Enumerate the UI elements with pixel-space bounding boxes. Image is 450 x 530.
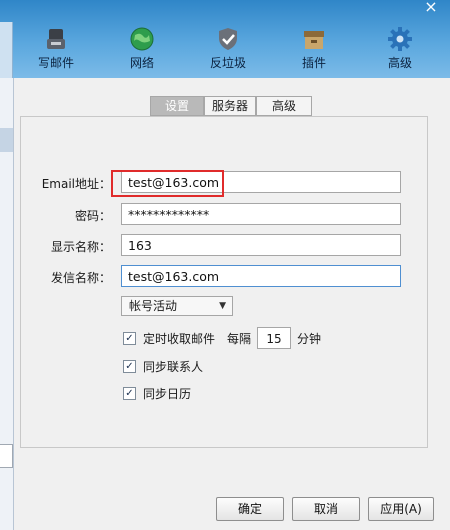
timer-fetch-label: 定时收取邮件 (143, 332, 216, 346)
account-status-select[interactable]: 帐号活动 ▼ (121, 296, 233, 316)
box-icon (304, 31, 324, 49)
toolbar-network[interactable]: 网络 (110, 26, 174, 74)
settings-panel: 设置 服务器 高级 Email地址： test@163.com 密码： ****… (14, 78, 450, 530)
sync-contacts-label: 同步联系人 (143, 360, 204, 374)
email-highlight-box (111, 170, 224, 197)
chevron-down-icon: ▼ (219, 301, 226, 311)
sender-name-label: 发信名称： (50, 271, 111, 285)
timer-fetch-checkbox[interactable]: ✓ (123, 332, 136, 345)
sync-calendar-label: 同步日历 (143, 387, 192, 401)
password-field[interactable]: ************* (121, 203, 401, 225)
apply-button[interactable]: 应用(A) (368, 497, 434, 521)
shield-icon (219, 28, 237, 50)
toolbar-left-edge (0, 22, 13, 78)
ok-button[interactable]: 确定 (216, 497, 284, 521)
close-icon[interactable]: × (420, 0, 442, 16)
sync-calendar-checkbox[interactable]: ✓ (123, 387, 136, 400)
dialog-button-bar: 确定 取消 应用(A) (14, 494, 450, 530)
account-status-select-value: 帐号活动 (129, 299, 178, 313)
toolbar-write-mail-label: 写邮件 (37, 56, 74, 70)
tab-server[interactable]: 服务器 (204, 96, 256, 116)
cancel-button[interactable]: 取消 (292, 497, 360, 521)
email-label: Email地址： (41, 177, 111, 191)
sender-name-field[interactable]: test@163.com (121, 265, 401, 287)
write-mail-icon (47, 29, 65, 49)
toolbar-advanced-label: 高级 (387, 56, 412, 70)
account-settings-group: Email地址： test@163.com 密码： ************* … (20, 116, 428, 448)
globe-icon (130, 27, 154, 51)
sync-contacts-checkbox[interactable]: ✓ (123, 360, 136, 373)
toolbar-plugins-label: 插件 (301, 56, 326, 70)
fetch-interval-field[interactable]: 15 (257, 327, 291, 349)
account-list-selected-item[interactable] (0, 128, 13, 152)
display-name-label: 显示名称： (50, 240, 111, 254)
tab-advanced[interactable]: 高级 (256, 96, 312, 116)
toolbar-advanced[interactable]: 高级 (368, 26, 432, 74)
display-name-field[interactable]: 163 (121, 234, 401, 256)
account-list-panel[interactable] (0, 78, 14, 530)
toolbar: × 写邮件 网络 反垃圾 插件 高级 (0, 0, 450, 78)
password-label: 密码： (74, 209, 111, 223)
toolbar-write-mail[interactable]: 写邮件 (24, 26, 88, 74)
gear-icon (388, 27, 412, 51)
every-label: 每隔 (227, 332, 252, 346)
account-list-bottom-field[interactable] (0, 444, 13, 468)
toolbar-anti-spam[interactable]: 反垃圾 (196, 26, 260, 74)
tab-settings[interactable]: 设置 (150, 96, 204, 116)
toolbar-network-label: 网络 (129, 56, 154, 70)
toolbar-anti-spam-label: 反垃圾 (209, 56, 246, 70)
toolbar-plugins[interactable]: 插件 (282, 26, 346, 74)
minutes-label: 分钟 (297, 332, 322, 346)
